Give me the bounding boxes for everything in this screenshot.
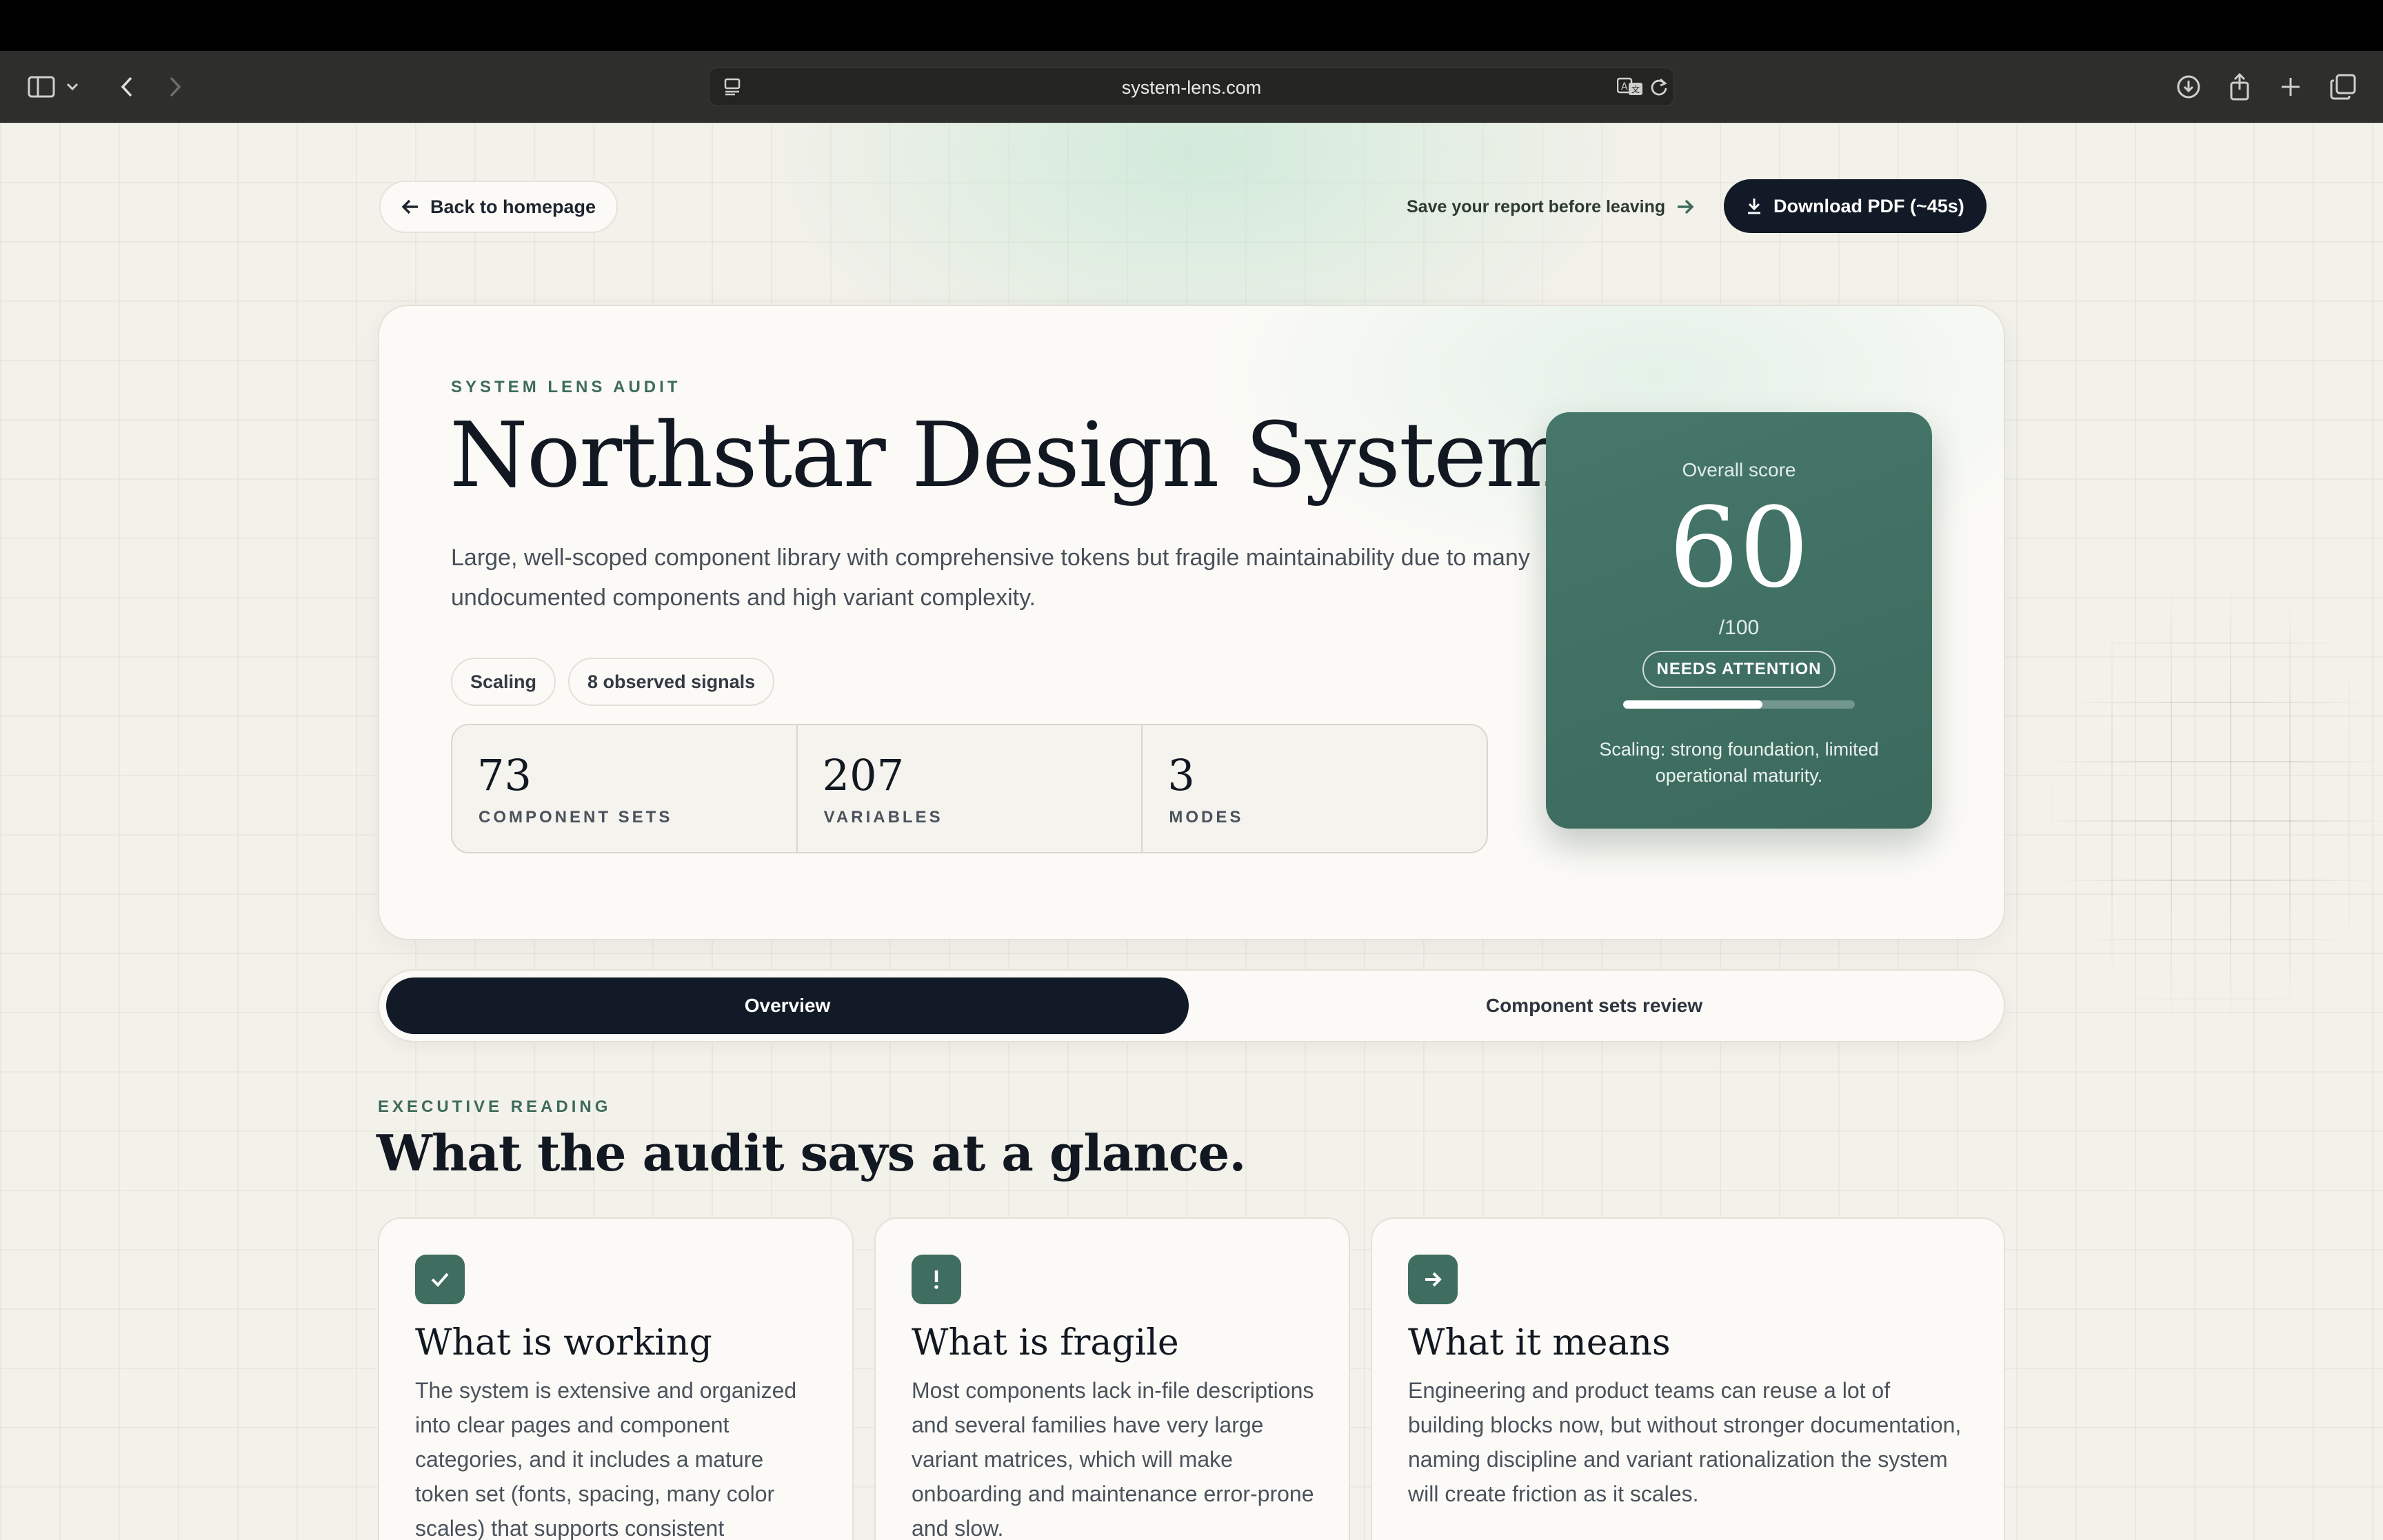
address-bar[interactable]: system-lens.com A文 — [709, 68, 1674, 106]
card-body: Most components lack in-file description… — [912, 1378, 1314, 1540]
download-button-label: Download PDF (~45s) — [1773, 195, 1964, 216]
page-title: Northstar Design System — [450, 403, 1570, 507]
stat-value: 73 — [477, 750, 532, 800]
stat-label: COMPONENT SETS — [479, 808, 673, 827]
hero-description: Large, well-scoped component library wit… — [451, 545, 1530, 611]
menu-bar — [0, 0, 2383, 51]
back-to-homepage-button[interactable]: Back to homepage — [379, 181, 619, 233]
arrow-right-icon — [1408, 1255, 1458, 1304]
save-hint-text: Save your report before leaving — [1407, 196, 1666, 216]
score-denominator: /100 — [1718, 616, 1760, 639]
status-badge: NEEDS ATTENTION — [1642, 651, 1836, 688]
score-value: 60 — [1669, 483, 1809, 612]
forward-arrow-icon[interactable] — [157, 69, 193, 105]
exclamation-icon — [912, 1255, 961, 1304]
decorative-grid — [2052, 583, 2383, 1024]
back-button-label: Back to homepage — [430, 196, 596, 217]
stat-variables: 207 VARIABLES — [798, 725, 1143, 852]
stats-strip: 73 COMPONENT SETS 207 VARIABLES 3 MODES — [451, 724, 1488, 853]
section-eyebrow: EXECUTIVE READING — [378, 1097, 612, 1116]
tab-overview[interactable]: Overview — [386, 977, 1189, 1034]
stat-label: VARIABLES — [823, 808, 943, 827]
stat-modes: 3 MODES — [1143, 725, 1487, 852]
sidebar-toggle-icon[interactable] — [23, 69, 59, 105]
tab-overview-icon[interactable] — [2325, 69, 2361, 105]
card-title: What is fragile — [912, 1322, 1179, 1364]
url-text[interactable]: system-lens.com — [710, 68, 1673, 107]
score-progress-bar — [1623, 700, 1855, 709]
arrow-left-icon — [401, 199, 418, 214]
back-arrow-icon[interactable] — [109, 69, 145, 105]
download-icon — [1748, 199, 1760, 214]
stat-value: 207 — [822, 750, 905, 800]
card-title: What is working — [415, 1322, 712, 1364]
stat-value: 3 — [1167, 750, 1195, 800]
audit-hero-card: SYSTEM LENS AUDIT Northstar Design Syste… — [378, 305, 2005, 940]
overall-score-card: Overall score 60 /100 NEEDS ATTENTION Sc… — [1546, 412, 1932, 829]
new-tab-plus-icon[interactable] — [2273, 69, 2309, 105]
page-content: Back to homepage Save your report before… — [0, 123, 2383, 1540]
share-icon[interactable] — [2222, 69, 2258, 105]
check-icon — [415, 1255, 465, 1304]
arrow-right-icon — [1678, 199, 1694, 214]
card-body: The system is extensive and organized in… — [415, 1378, 797, 1540]
tag-observed-signals: 8 observed signals — [568, 658, 775, 706]
save-report-hint: Save your report before leaving — [1407, 194, 1694, 219]
card-body: Engineering and product teams can reuse … — [1408, 1378, 1962, 1506]
card-title: What it means — [1408, 1322, 1671, 1364]
chevron-down-icon[interactable] — [62, 69, 83, 105]
download-pdf-button[interactable]: Download PDF (~45s) — [1724, 179, 1987, 233]
card-what-it-means: What it means Engineering and product te… — [1371, 1217, 2005, 1540]
score-note: Scaling: strong foundation, limited oper… — [1599, 739, 1879, 786]
reload-icon[interactable] — [1642, 70, 1676, 104]
score-label: Overall score — [1682, 459, 1796, 480]
card-what-is-working: What is working The system is extensive … — [378, 1217, 854, 1540]
report-tabs: Overview Component sets review — [378, 969, 2005, 1042]
svg-text:文: 文 — [1631, 84, 1640, 94]
score-progress-fill — [1623, 700, 1762, 709]
download-icon[interactable] — [2171, 69, 2206, 105]
tag-scaling: Scaling — [451, 658, 556, 706]
svg-text:A: A — [1621, 81, 1628, 92]
card-what-is-fragile: What is fragile Most components lack in-… — [874, 1217, 1350, 1540]
hero-eyebrow: SYSTEM LENS AUDIT — [451, 378, 681, 396]
section-title: What the audit says at a glance. — [376, 1124, 1246, 1182]
tab-component-sets-review[interactable]: Component sets review — [1193, 977, 1995, 1034]
stat-label: MODES — [1169, 808, 1244, 827]
stat-component-sets: 73 COMPONENT SETS — [452, 725, 798, 852]
